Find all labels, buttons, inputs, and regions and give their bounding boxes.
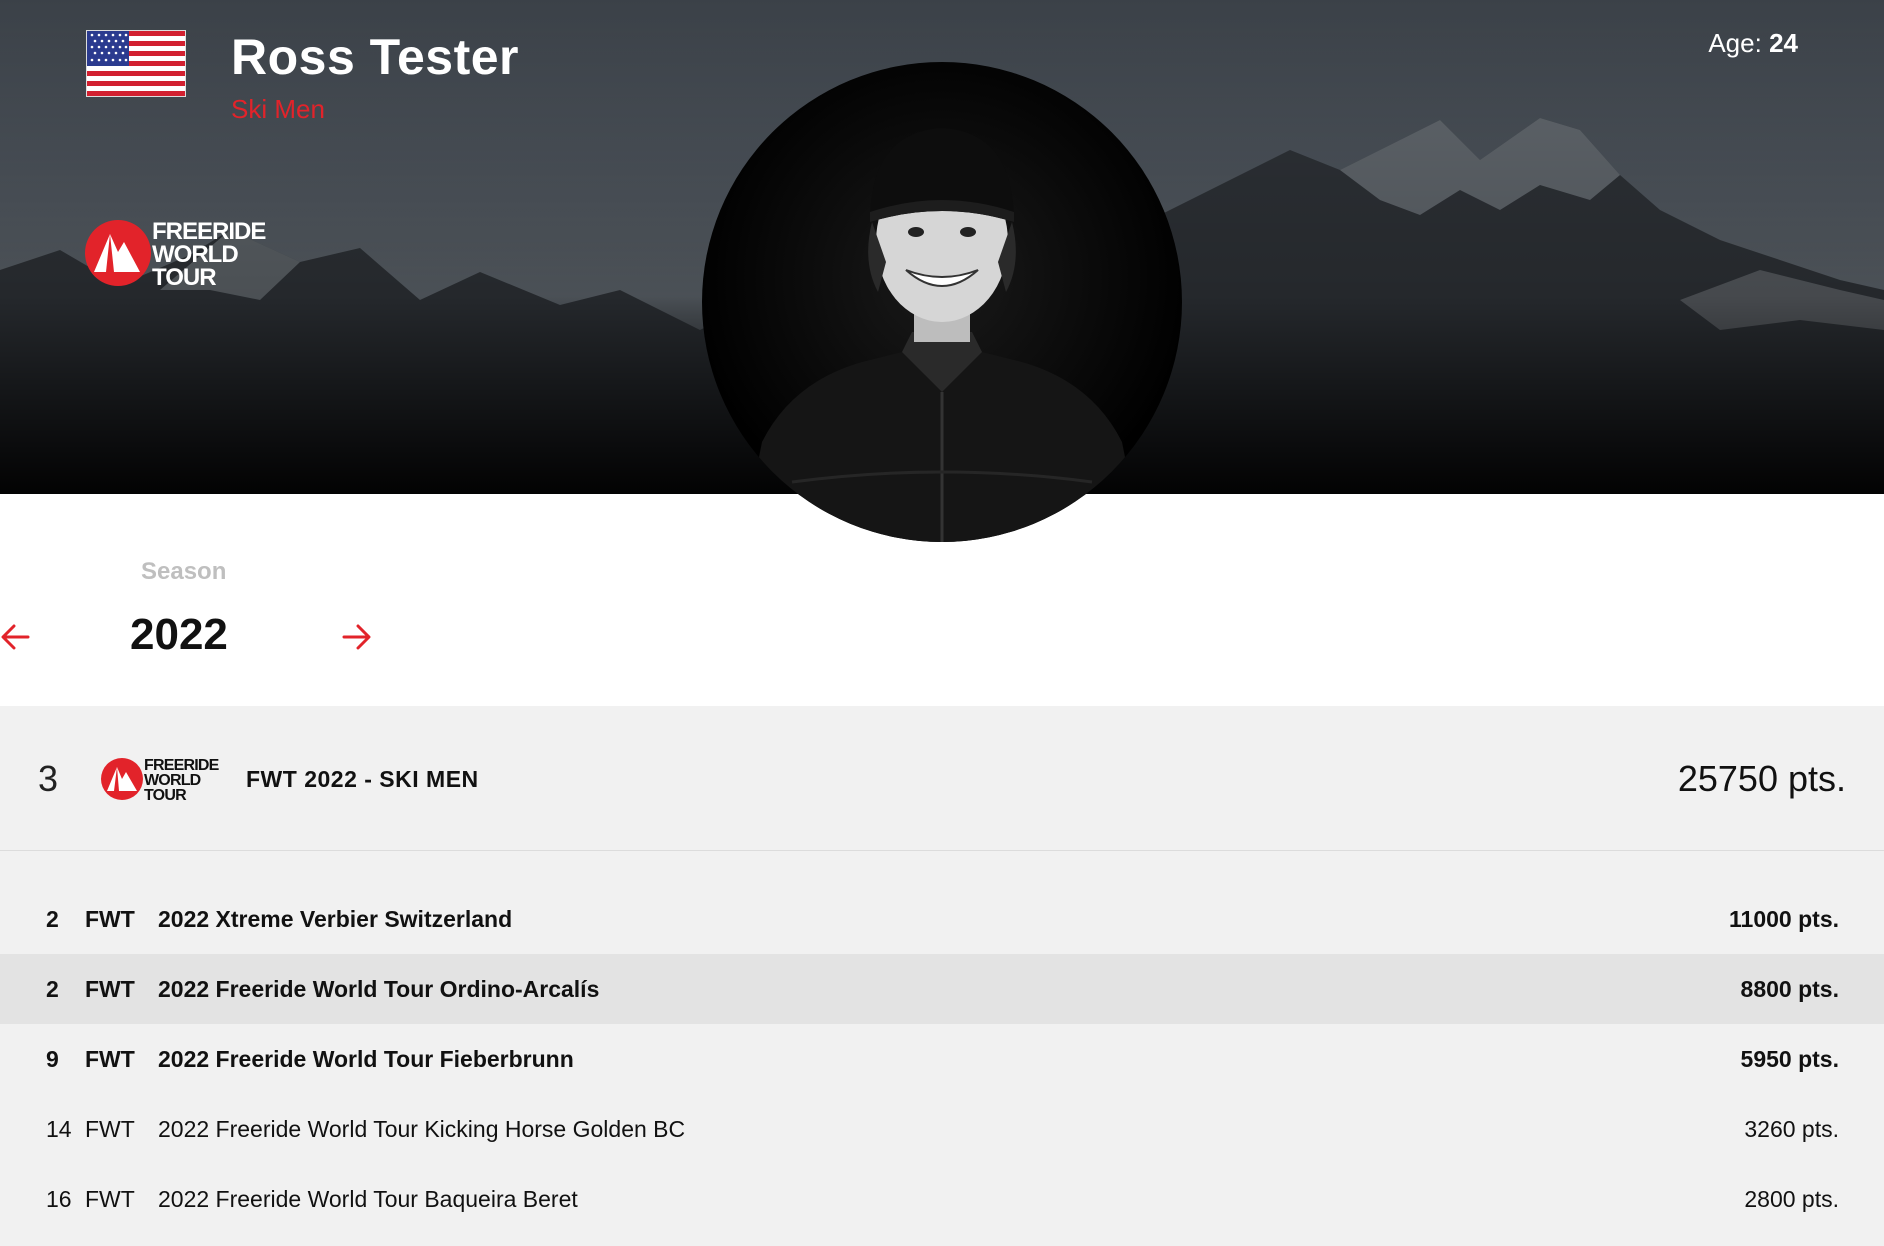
- event-points: 2800 pts.: [1744, 1186, 1839, 1212]
- event-rank: 16: [46, 1186, 72, 1212]
- event-row[interactable]: 9 FWT 2022 Freeride World Tour Fieberbru…: [0, 1024, 1884, 1094]
- event-name: 2022 Freeride World Tour Ordino-Arcalís: [158, 976, 600, 1002]
- event-row[interactable]: 16 FWT 2022 Freeride World Tour Baqueira…: [0, 1164, 1884, 1234]
- event-rank: 14: [46, 1116, 72, 1142]
- athlete-photo: [742, 128, 1142, 542]
- event-rank: 2: [46, 906, 59, 932]
- event-points: 3260 pts.: [1744, 1116, 1839, 1142]
- event-tour: FWT: [85, 1186, 135, 1212]
- arrow-left-icon[interactable]: [0, 620, 32, 654]
- event-points: 8800 pts.: [1740, 976, 1839, 1002]
- event-name: 2022 Freeride World Tour Kicking Horse G…: [158, 1116, 686, 1142]
- event-points: 11000 pts.: [1729, 906, 1839, 932]
- event-row[interactable]: 14 FWT 2022 Freeride World Tour Kicking …: [0, 1094, 1884, 1164]
- overall-rank: 3: [38, 758, 59, 799]
- ranking-title: FWT 2022 - SKI MEN: [246, 766, 479, 792]
- logo-text-tour: TOUR: [152, 264, 216, 290]
- event-row[interactable]: 2 FWT 2022 Xtreme Verbier Switzerland 11…: [0, 884, 1884, 954]
- fwt-logo-icon: FREERIDE WORLD TOUR: [101, 757, 220, 803]
- event-points: 5950 pts.: [1740, 1046, 1839, 1072]
- athlete-age: Age: 24: [1708, 28, 1798, 59]
- season-label: Season: [141, 558, 227, 585]
- us-flag-icon: [86, 30, 186, 97]
- event-name: 2022 Freeride World Tour Baqueira Beret: [158, 1186, 578, 1212]
- event-tour: FWT: [85, 976, 135, 1002]
- event-results-list: 2 FWT 2022 Xtreme Verbier Switzerland 11…: [0, 884, 1884, 1234]
- ranking-summary[interactable]: 3 FREERIDE WORLD TOUR FWT 2022 - SKI MEN…: [0, 706, 1884, 851]
- logo-text-tour: TOUR: [144, 787, 187, 803]
- season-year: 2022: [130, 610, 228, 659]
- ranking-panel: 3 FREERIDE WORLD TOUR FWT 2022 - SKI MEN…: [0, 706, 1884, 1246]
- athlete-name: Ross Tester: [231, 29, 520, 85]
- arrow-right-icon[interactable]: [340, 620, 372, 654]
- athlete-portrait: [702, 62, 1182, 542]
- event-tour: FWT: [85, 906, 135, 932]
- age-value: 24: [1769, 28, 1798, 58]
- athlete-category: Ski Men: [231, 94, 325, 124]
- event-row[interactable]: 2 FWT 2022 Freeride World Tour Ordino-Ar…: [0, 954, 1884, 1024]
- event-tour: FWT: [85, 1046, 135, 1072]
- overall-points: 25750 pts.: [1677, 758, 1846, 799]
- event-rank: 9: [46, 1046, 59, 1072]
- event-name: 2022 Xtreme Verbier Switzerland: [158, 906, 513, 932]
- event-rank: 2: [46, 976, 59, 1002]
- event-name: 2022 Freeride World Tour Fieberbrunn: [158, 1046, 574, 1072]
- age-label: Age:: [1708, 28, 1762, 58]
- fwt-logo-icon: FREERIDE WORLD TOUR: [85, 218, 267, 290]
- event-tour: FWT: [85, 1116, 135, 1142]
